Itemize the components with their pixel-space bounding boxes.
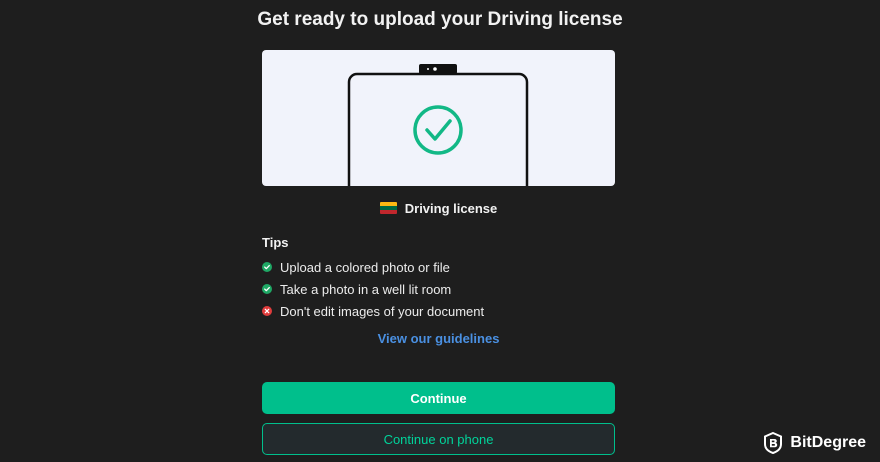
check-circle-icon: [413, 105, 463, 155]
tip-item: Don't edit images of your document: [262, 300, 484, 322]
page-title: Get ready to upload your Driving license: [257, 9, 623, 30]
check-circle-icon: [262, 262, 272, 272]
bitdegree-logo-icon: [764, 432, 783, 454]
phone-camera-notch: [419, 64, 457, 74]
document-type-label: Driving license: [404, 200, 498, 216]
bitdegree-wordmark: BitDegree: [790, 434, 866, 451]
continue-button[interactable]: Continue: [262, 382, 615, 414]
document-type: Driving license: [262, 198, 615, 218]
phone-check-graphic: [347, 64, 529, 186]
continue-on-phone-button[interactable]: Continue on phone: [262, 423, 615, 455]
check-circle-icon: [262, 284, 272, 294]
tips-heading: Tips: [262, 235, 289, 250]
phone-illustration: [262, 50, 615, 186]
tip-text: Upload a colored photo or file: [280, 259, 450, 275]
view-guidelines-link[interactable]: View our guidelines: [262, 331, 615, 346]
phone-outline: [347, 72, 529, 186]
tip-text: Don't edit images of your document: [280, 303, 485, 319]
lithuania-flag-icon: [379, 202, 397, 214]
bitdegree-watermark: BitDegree: [763, 432, 866, 454]
tip-item: Upload a colored photo or file: [262, 256, 484, 278]
tip-item: Take a photo in a well lit room: [262, 278, 484, 300]
tips-list: Upload a colored photo or file Take a ph…: [262, 256, 484, 322]
tip-text: Take a photo in a well lit room: [280, 281, 452, 297]
x-circle-icon: [262, 306, 272, 316]
